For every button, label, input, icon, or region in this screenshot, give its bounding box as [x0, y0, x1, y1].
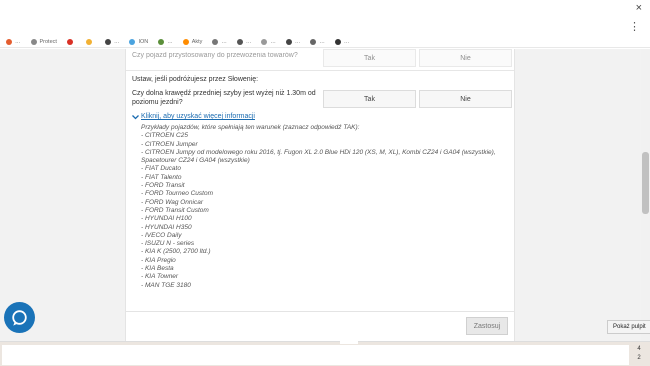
bookmark-favicon-icon	[236, 38, 243, 45]
more-info-link[interactable]: Kliknij, aby uzyskać więcej informacji	[132, 113, 255, 120]
example-vehicle-item: - FIAT Talento	[141, 173, 182, 181]
bookmark-item[interactable]: Akty	[182, 38, 203, 45]
example-vehicle-item: - CITROEN Jumper	[141, 140, 198, 148]
bookmark-item[interactable]: Protect	[30, 38, 57, 45]
bookmark-item[interactable]: …	[212, 38, 227, 45]
bookmark-favicon-icon	[158, 38, 165, 45]
example-vehicle-item: - KIA Besta	[141, 265, 174, 273]
example-vehicle-item: - MAN TGE 3180	[141, 281, 191, 289]
bookmark-label: Protect	[39, 38, 57, 45]
bookmark-item[interactable]: …	[236, 38, 252, 45]
bookmark-label: ION	[138, 38, 149, 45]
scrollbar-thumb[interactable]	[642, 152, 649, 214]
example-vehicle-item: - FORD Tourneo Custom	[141, 190, 214, 198]
bookmark-favicon-icon	[6, 38, 12, 45]
bookmark-favicon-icon	[85, 38, 92, 45]
chat-button[interactable]	[4, 302, 35, 333]
bookmarks-bar: … Protect … ION … Akty … … … … … …	[0, 36, 650, 48]
example-vehicle-item: - ISUZU N - series	[141, 240, 195, 248]
bookmark-favicon-icon	[285, 38, 292, 45]
taskbar: 4 2	[0, 341, 650, 366]
chat-icon	[12, 310, 27, 326]
bookmark-item[interactable]: …	[6, 38, 21, 45]
goods-transport-question: Czy pojazd przystosowany do przewożenia …	[132, 52, 298, 59]
example-vehicle-item: - HYUNDAI H350	[141, 223, 192, 231]
example-vehicle-item: - FORD Wag Onnicar	[141, 198, 204, 206]
example-vehicle-item: - CITROEN Jumpy od modelowego roku 2016,…	[141, 148, 496, 165]
example-vehicle-item: - KIA Pregio	[141, 256, 176, 264]
example-vehicle-item: - HYUNDAI H100	[141, 215, 192, 223]
example-vehicle-item: - KIA Towner	[141, 273, 179, 281]
example-vehicle-item: - KIA K (2500, 2700 ltd.)	[141, 248, 211, 256]
divider	[126, 70, 514, 71]
tray-text-2: 2	[637, 355, 641, 361]
vignette-options-panel: Czy pojazd przystosowany do przewożenia …	[125, 49, 515, 341]
windshield-no-button[interactable]: Nie	[419, 90, 512, 108]
page-indicator	[340, 341, 358, 344]
show-desktop-tooltip: Pokaż pulpit	[607, 320, 650, 334]
bookmark-favicon-icon	[182, 38, 189, 45]
examples-intro: Przykłady pojazdów, które spełniają ten …	[141, 124, 360, 131]
goods-no-button[interactable]: Nie	[419, 49, 512, 67]
windshield-height-question: Czy dolna krawędź przedniej szyby jest w…	[132, 90, 316, 106]
taskbar-area	[2, 345, 629, 365]
tray-text-1: 4	[637, 346, 641, 352]
bookmark-favicon-icon	[261, 38, 268, 45]
panel-footer: Zastosuj	[126, 311, 514, 341]
bookmark-label: …	[221, 38, 227, 45]
example-vehicles-list: Przykłady pojazdów, które spełniają ten …	[141, 124, 501, 290]
system-tray[interactable]: 4 2	[630, 345, 648, 365]
bookmark-favicon-icon	[66, 38, 73, 45]
bookmark-item[interactable]: …	[158, 38, 173, 45]
browser-menu-icon[interactable]: ⋮	[629, 20, 640, 33]
bookmark-item[interactable]: …	[285, 38, 301, 45]
bookmark-label: …	[343, 38, 350, 45]
bookmark-label: …	[245, 38, 252, 45]
example-vehicle-item: - CITROEN C25	[141, 132, 188, 140]
bookmark-label: …	[15, 38, 21, 45]
bookmark-favicon-icon	[310, 38, 317, 45]
bookmark-label: …	[270, 38, 276, 45]
bookmark-item[interactable]: …	[310, 38, 325, 45]
bookmark-item[interactable]: …	[334, 38, 350, 45]
bookmark-item[interactable]: ION	[129, 38, 149, 45]
chevron-down-icon	[132, 114, 139, 120]
example-vehicle-item: - IVECO Daily	[141, 231, 182, 239]
bookmark-item[interactable]: …	[261, 38, 276, 45]
example-vehicle-item: - FORD Transit	[141, 182, 185, 190]
apply-button[interactable]: Zastosuj	[466, 317, 508, 335]
bookmark-favicon-icon	[104, 38, 111, 45]
example-vehicle-item: - FORD Transit Custom	[141, 206, 209, 214]
goods-yes-button[interactable]: Tak	[323, 49, 416, 67]
bookmark-label: …	[294, 38, 301, 45]
bookmark-favicon-icon	[212, 38, 219, 45]
example-vehicle-item: - FIAT Ducato	[141, 165, 181, 173]
close-icon[interactable]: ×	[636, 2, 642, 14]
bookmark-favicon-icon	[129, 38, 136, 45]
slovenia-section-title: Ustaw, jeśli podróżujesz przez Słowenię:	[132, 76, 259, 83]
bookmark-favicon-icon	[334, 38, 341, 45]
bookmark-item[interactable]	[85, 38, 95, 45]
bookmark-label: Akty	[191, 38, 203, 45]
bookmark-item[interactable]: …	[104, 38, 120, 45]
bookmark-label: …	[319, 38, 325, 45]
browser-toolbar: × ⋮	[0, 0, 650, 36]
bookmark-label: …	[167, 38, 173, 45]
more-info-label: Kliknij, aby uzyskać więcej informacji	[141, 113, 255, 120]
bookmark-favicon-icon	[30, 38, 37, 45]
bookmark-label: …	[113, 38, 120, 45]
bookmark-item[interactable]	[66, 38, 76, 45]
windshield-yes-button[interactable]: Tak	[323, 90, 416, 108]
